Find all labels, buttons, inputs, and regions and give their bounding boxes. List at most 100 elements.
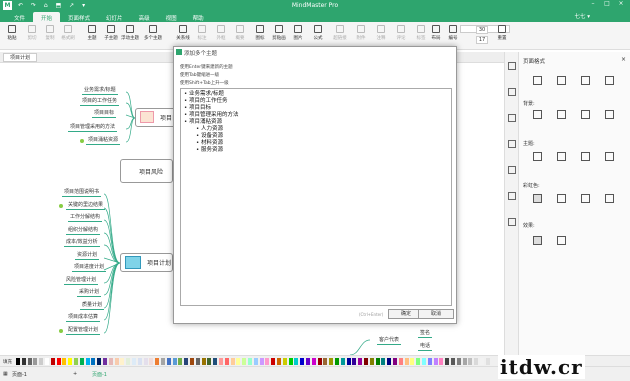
format-option-button[interactable] — [605, 152, 614, 161]
menu-tab[interactable]: 视图 — [158, 12, 185, 22]
color-swatch[interactable] — [468, 358, 473, 365]
color-swatch[interactable] — [33, 358, 38, 365]
color-swatch[interactable] — [74, 358, 78, 365]
color-swatch[interactable] — [166, 358, 171, 365]
document-tab[interactable]: 项目计划 — [3, 53, 38, 62]
ribbon-button[interactable]: 重置 — [494, 24, 510, 41]
color-swatch[interactable] — [97, 358, 102, 365]
color-swatch[interactable] — [439, 358, 444, 365]
color-swatch[interactable] — [91, 358, 96, 365]
style-icon[interactable] — [508, 88, 516, 96]
color-swatch[interactable] — [248, 358, 252, 365]
format-option-button[interactable] — [533, 236, 542, 245]
color-swatch[interactable] — [219, 358, 223, 365]
outline-icon[interactable] — [508, 140, 516, 148]
page-tab[interactable]: 页面-1 — [92, 371, 107, 378]
color-swatch[interactable] — [485, 358, 490, 365]
color-swatch[interactable] — [358, 358, 363, 365]
color-swatch[interactable] — [213, 358, 218, 365]
format-option-button[interactable] — [581, 152, 590, 161]
color-swatch[interactable] — [68, 358, 73, 365]
color-swatch[interactable] — [103, 358, 107, 365]
font-size-select[interactable]: 30 — [476, 26, 488, 34]
topic-node[interactable]: 配置管理计划 — [66, 327, 101, 335]
format-option-button[interactable] — [557, 152, 566, 161]
color-swatch[interactable] — [178, 358, 183, 365]
topic-node[interactable]: 质量计划 — [80, 302, 105, 310]
color-swatch[interactable] — [300, 358, 305, 365]
color-swatch[interactable] — [16, 358, 20, 365]
topic-node[interactable]: 客户代表 — [377, 337, 402, 345]
format-option-button[interactable] — [557, 110, 566, 119]
color-swatch[interactable] — [474, 358, 479, 365]
color-swatch[interactable] — [126, 358, 131, 365]
ribbon-button[interactable]: 格式刷 — [60, 24, 76, 41]
color-swatch[interactable] — [416, 358, 421, 365]
task-icon[interactable] — [508, 218, 516, 226]
color-swatch[interactable] — [265, 358, 270, 365]
ribbon-button[interactable]: 概要 — [232, 24, 248, 41]
format-option-button[interactable] — [581, 194, 590, 203]
page-format-icon[interactable] — [508, 62, 516, 70]
topic-node[interactable]: 业务需求/标题 — [82, 87, 118, 95]
color-swatch[interactable] — [277, 358, 281, 365]
menu-tab[interactable]: 文件 — [6, 12, 33, 22]
color-swatch[interactable] — [224, 358, 229, 365]
page-selector[interactable]: 页面-1 — [12, 371, 27, 378]
topic-node[interactable]: 项目涌粘资源 — [86, 137, 121, 145]
color-swatch[interactable] — [50, 358, 55, 365]
color-swatch[interactable] — [480, 358, 484, 365]
quick-access-toolbar[interactable]: ↶ ↷ ⌂ ⬒ ↗ ▾ — [18, 2, 88, 9]
color-swatch[interactable] — [132, 358, 136, 365]
color-swatch[interactable] — [427, 358, 432, 365]
topic-node[interactable]: 工作分解结构 — [68, 214, 103, 222]
close-icon[interactable]: × — [614, 0, 628, 7]
color-swatch[interactable] — [79, 358, 84, 365]
ribbon-button[interactable]: 浮动主题 — [121, 24, 139, 41]
page-grid-icon[interactable]: ▦ — [3, 371, 8, 377]
color-swatch[interactable] — [114, 358, 119, 365]
color-swatch[interactable] — [236, 358, 241, 365]
color-swatch[interactable] — [271, 358, 276, 365]
ribbon-button[interactable]: 图标 — [252, 24, 268, 41]
ribbon-button[interactable]: 标注 — [194, 24, 210, 41]
color-swatch[interactable] — [375, 358, 380, 365]
format-option-button[interactable] — [533, 110, 542, 119]
ribbon-button[interactable]: 主题 — [84, 24, 100, 41]
color-swatch[interactable] — [306, 358, 310, 365]
color-swatch[interactable] — [85, 358, 90, 365]
color-swatch[interactable] — [393, 358, 397, 365]
close-panel-icon[interactable]: × — [621, 56, 626, 63]
color-swatch[interactable] — [352, 358, 357, 365]
cancel-button[interactable]: 取消 — [418, 309, 454, 319]
color-swatch[interactable] — [207, 358, 212, 365]
color-swatch[interactable] — [201, 358, 206, 365]
color-swatch[interactable] — [288, 358, 293, 365]
history-icon[interactable] — [508, 166, 516, 174]
color-swatch[interactable] — [451, 358, 455, 365]
color-swatch[interactable] — [253, 358, 258, 365]
color-swatch[interactable] — [39, 358, 44, 365]
topic-node[interactable]: 项目目标 — [92, 110, 117, 118]
ribbon-button[interactable]: 附件 — [353, 24, 369, 41]
color-swatch[interactable] — [27, 358, 32, 365]
color-swatch[interactable] — [346, 358, 351, 365]
color-swatch[interactable] — [161, 358, 165, 365]
add-page-button[interactable]: + — [73, 371, 77, 377]
topic-node[interactable]: 资源计划 — [75, 252, 100, 260]
color-swatch[interactable] — [56, 358, 61, 365]
format-option-button[interactable] — [557, 194, 566, 203]
user-menu[interactable]: 七七 ▾ — [574, 12, 590, 20]
color-swatch[interactable] — [172, 358, 177, 365]
ribbon-button[interactable]: 评论 — [393, 24, 409, 41]
color-swatch[interactable] — [398, 358, 403, 365]
topic-node[interactable]: 电话 — [418, 343, 433, 351]
color-swatch[interactable] — [404, 358, 409, 365]
ribbon-button[interactable]: 编号 — [445, 24, 461, 41]
color-swatch[interactable] — [445, 358, 450, 365]
color-swatch[interactable] — [340, 358, 345, 365]
theme-icon[interactable] — [508, 114, 516, 122]
ribbon-button[interactable]: 注释 — [373, 24, 389, 41]
central-topic-risk[interactable]: 项目风险 — [120, 159, 173, 183]
ribbon-button[interactable]: 图片 — [290, 24, 306, 41]
